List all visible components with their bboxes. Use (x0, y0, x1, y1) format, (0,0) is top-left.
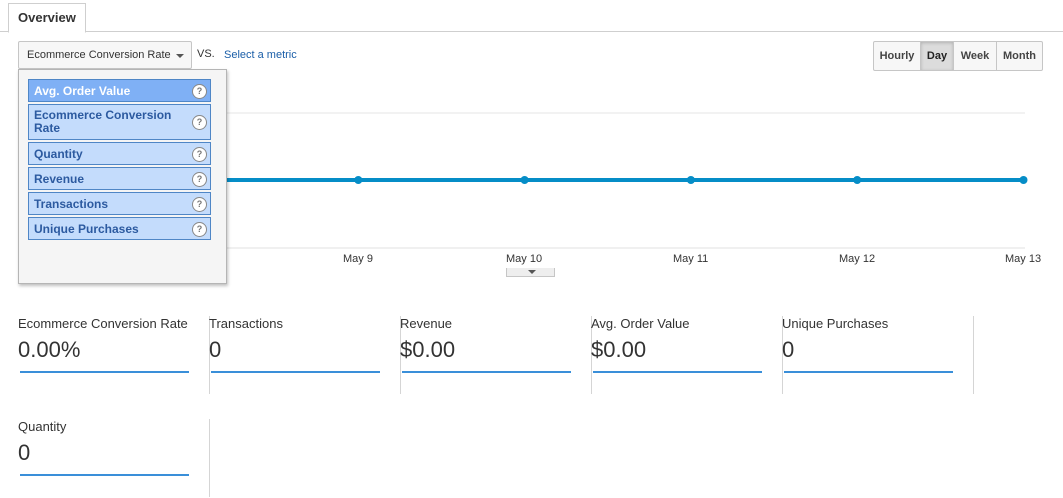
menu-item-label: Ecommerce Conversion Rate (34, 108, 172, 135)
scorecard-value: 0 (18, 440, 31, 465)
chevron-down-icon (528, 270, 536, 274)
x-tick-label: May 11 (673, 253, 709, 265)
menu-item-unique-purchases[interactable]: Unique Purchases ? (28, 217, 211, 240)
tab-overview[interactable]: Overview (8, 3, 86, 33)
scorecard-value: 0.00% (18, 337, 81, 362)
menu-item-quantity[interactable]: Quantity ? (28, 142, 211, 165)
menu-item-label: Unique Purchases (34, 222, 139, 236)
scorecard-ecommerce-conversion-rate[interactable]: Ecommerce Conversion Rate 0.00% (18, 316, 210, 394)
scorecard-transactions[interactable]: Transactions 0 (209, 316, 401, 394)
month-button[interactable]: Month (996, 41, 1043, 71)
x-tick-label: May 13 (1005, 253, 1042, 265)
select-metric-link[interactable]: Select a metric (224, 49, 297, 61)
help-icon[interactable]: ? (192, 115, 207, 130)
scorecard-label: Transactions (209, 316, 283, 331)
data-point (686, 176, 695, 184)
scorecard-value: 0 (209, 337, 222, 362)
metric-dropdown-menu: Avg. Order Value ? Ecommerce Conversion … (18, 69, 227, 284)
menu-item-revenue[interactable]: Revenue ? (28, 167, 211, 190)
data-point (853, 176, 862, 184)
help-icon[interactable]: ? (192, 84, 207, 99)
scorecard-label: Ecommerce Conversion Rate (18, 316, 188, 331)
menu-item-label: Quantity (34, 147, 83, 161)
x-tick-label: May 12 (839, 253, 876, 265)
scorecard-unique-purchases[interactable]: Unique Purchases 0 (782, 316, 974, 394)
primary-metric-label: Ecommerce Conversion Rate (27, 49, 171, 61)
scorecard-label: Quantity (18, 419, 67, 434)
hourly-button[interactable]: Hourly (873, 41, 921, 71)
data-point (354, 176, 363, 184)
scorecard-quantity[interactable]: Quantity 0 (18, 419, 210, 497)
menu-item-label: Transactions (34, 197, 109, 211)
help-icon[interactable]: ? (192, 172, 207, 187)
menu-item-label: Avg. Order Value (34, 84, 131, 98)
scorecard-value: $0.00 (400, 337, 456, 362)
sparkline (20, 371, 189, 373)
sparkline (784, 371, 953, 373)
menu-item-ecommerce-conversion-rate[interactable]: Ecommerce Conversion Rate ? (28, 104, 211, 140)
scorecard-avg-order-value[interactable]: Avg. Order Value $0.00 (591, 316, 783, 394)
period-toggle-group: Hourly Day Week Month (873, 41, 1043, 71)
day-button[interactable]: Day (920, 41, 954, 71)
data-point (1019, 176, 1028, 184)
scorecard-value: $0.00 (591, 337, 647, 362)
vs-label: VS. (197, 48, 215, 60)
caret-down-icon (176, 54, 184, 58)
primary-metric-dropdown[interactable]: Ecommerce Conversion Rate (18, 41, 192, 69)
help-icon[interactable]: ? (192, 147, 207, 162)
sparkline (593, 371, 762, 373)
help-icon[interactable]: ? (192, 197, 207, 212)
chart-collapse-handle[interactable] (506, 268, 555, 277)
scorecard-revenue[interactable]: Revenue $0.00 (400, 316, 592, 394)
sparkline (211, 371, 380, 373)
scorecard-value: 0 (782, 337, 795, 362)
help-icon[interactable]: ? (192, 222, 207, 237)
scorecard-label: Unique Purchases (782, 316, 889, 331)
week-button[interactable]: Week (953, 41, 997, 71)
x-tick-label: May 10 (506, 253, 543, 265)
menu-item-label: Revenue (34, 172, 85, 186)
x-tick-label: May 9 (343, 253, 373, 265)
menu-item-transactions[interactable]: Transactions ? (28, 192, 211, 215)
tab-bar: Overview (0, 0, 1063, 33)
scorecard-label: Revenue (400, 316, 453, 331)
scorecard-label: Avg. Order Value (591, 316, 690, 331)
menu-item-avg-order-value[interactable]: Avg. Order Value ? (28, 79, 211, 102)
sparkline (402, 371, 571, 373)
data-point (520, 176, 529, 184)
sparkline (20, 474, 189, 476)
